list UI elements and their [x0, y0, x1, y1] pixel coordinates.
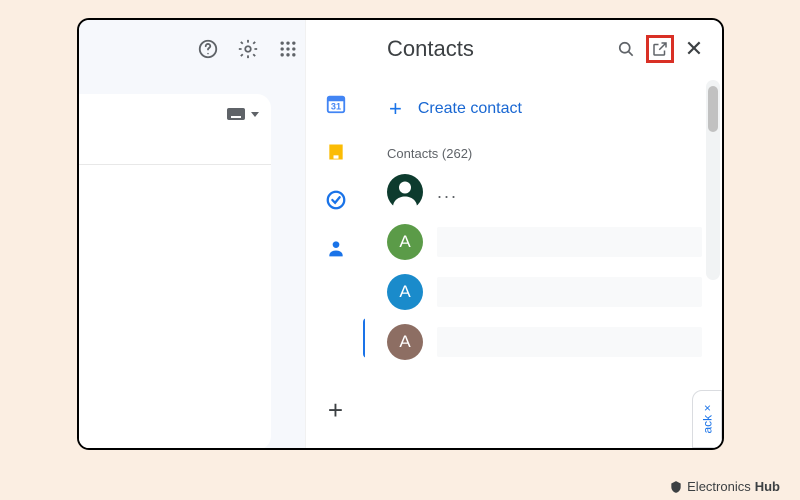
contacts-panel: Contacts ✕ + Create contact Contacts (26… [365, 20, 722, 448]
settings-gear-icon[interactable] [237, 38, 259, 60]
contacts-count-label: Contacts (262) [387, 146, 722, 161]
calendar-icon[interactable]: 31 [324, 92, 348, 116]
plus-icon: + [389, 96, 402, 122]
close-icon[interactable]: ✕ [680, 35, 708, 63]
watermark-logo: Electronics Hub [669, 479, 780, 494]
create-contact-button[interactable]: + Create contact [389, 96, 722, 122]
compose-card [77, 94, 271, 450]
contact-row[interactable]: A [387, 317, 722, 367]
keep-icon[interactable] [324, 140, 348, 164]
contact-name [437, 277, 702, 307]
contact-row[interactable]: A [387, 267, 722, 317]
contact-name [437, 227, 702, 257]
contact-row[interactable]: A [387, 217, 722, 267]
chevron-down-icon[interactable] [251, 112, 259, 117]
apps-grid-icon[interactable] [277, 38, 299, 60]
contact-row[interactable]: ... [387, 167, 722, 217]
contacts-icon[interactable] [324, 236, 348, 260]
panel-title: Contacts [387, 36, 606, 62]
tasks-icon[interactable] [324, 188, 348, 212]
divider [77, 164, 271, 165]
contact-avatar: A [387, 274, 423, 310]
scrollbar-track [706, 80, 720, 280]
create-contact-label: Create contact [418, 100, 522, 118]
scrollbar-thumb[interactable] [708, 86, 718, 132]
calendar-day-text: 31 [330, 102, 340, 112]
contact-name [437, 327, 702, 357]
keyboard-icon[interactable] [227, 108, 245, 120]
search-icon[interactable] [612, 35, 640, 63]
add-addon-button[interactable]: + [328, 395, 343, 426]
contact-name: ... [437, 182, 458, 203]
contact-avatar [387, 174, 423, 210]
side-rail: 31 + [305, 20, 365, 448]
contact-avatar: A [387, 324, 423, 360]
help-icon[interactable] [197, 38, 219, 60]
feedback-tab[interactable]: ack × [692, 390, 722, 448]
contact-avatar: A [387, 224, 423, 260]
open-in-new-icon[interactable] [646, 35, 674, 63]
